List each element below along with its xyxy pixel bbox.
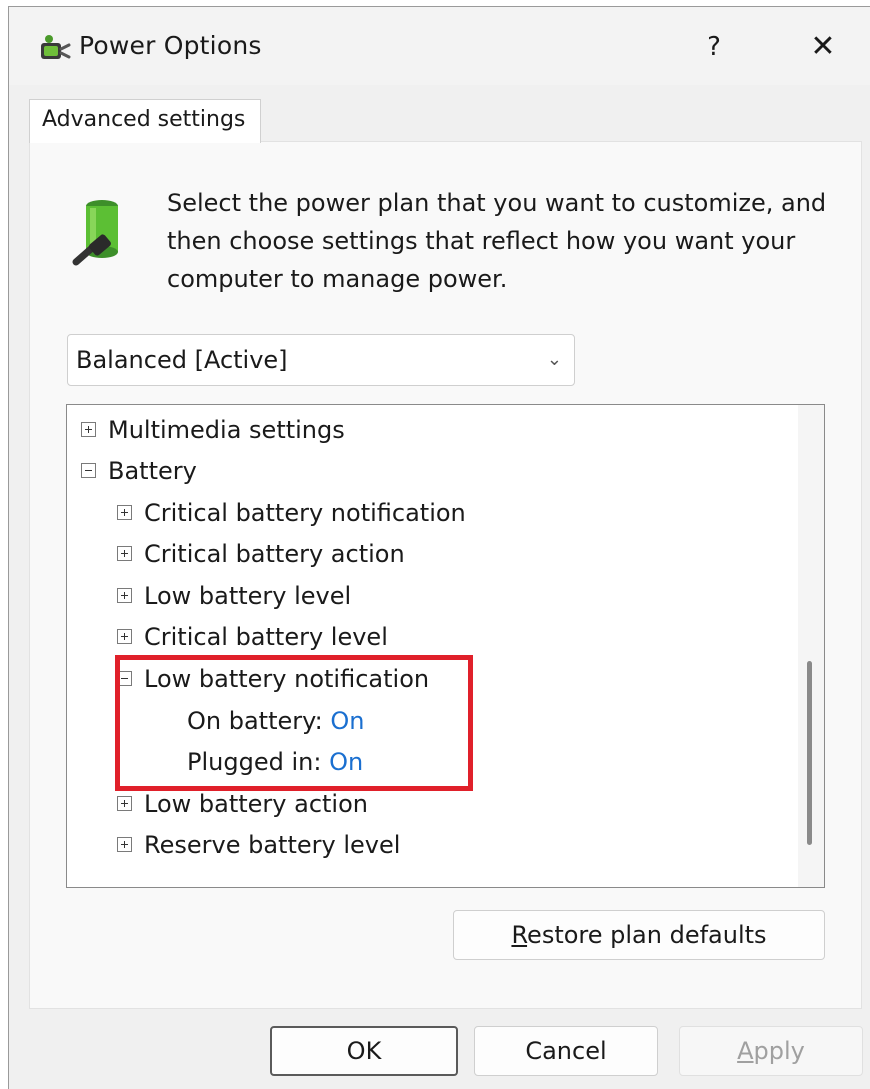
intro-description: Select the power plan that you want to c… (167, 189, 827, 293)
apply-button[interactable]: Apply (679, 1026, 863, 1076)
apply-label-rest: pply (753, 1037, 805, 1065)
tree-item-label: Critical battery action (144, 540, 405, 568)
tree-item-multimedia-settings[interactable]: Multimedia settings (81, 410, 345, 450)
ok-button[interactable]: OK (270, 1026, 458, 1076)
window-title: Power Options (79, 31, 262, 60)
tree-item-reserve-battery-level[interactable]: Reserve battery level (117, 825, 400, 865)
expand-plus-icon[interactable] (117, 587, 132, 603)
apply-access-key: A (737, 1037, 754, 1065)
settings-tree[interactable]: Multimedia settings Battery Critical bat… (66, 404, 825, 888)
tree-item-label: Low battery action (144, 790, 368, 818)
expand-plus-icon[interactable] (117, 504, 132, 520)
highlight-annotation-box (115, 655, 473, 791)
tree-item-critical-battery-action[interactable]: Critical battery action (117, 534, 405, 574)
vertical-scrollbar[interactable] (798, 405, 824, 887)
title-bar[interactable]: Power Options ? ✕ (9, 7, 870, 85)
close-button[interactable]: ✕ (801, 27, 845, 67)
advanced-settings-panel: Select the power plan that you want to c… (29, 141, 862, 1009)
collapse-minus-icon[interactable] (81, 462, 96, 478)
power-options-icon (41, 35, 71, 59)
restore-access-key: R (511, 921, 528, 949)
tree-item-low-battery-level[interactable]: Low battery level (117, 576, 351, 616)
chevron-down-icon: ⌄ (546, 349, 562, 370)
restore-label-rest: estore plan defaults (527, 921, 767, 949)
expand-plus-icon[interactable] (117, 628, 132, 644)
battery-plug-icon (72, 200, 118, 266)
tree-item-battery[interactable]: Battery (81, 451, 197, 491)
expand-plus-icon[interactable] (117, 545, 132, 561)
tree-item-label: Multimedia settings (108, 416, 345, 444)
tree-item-label: Reserve battery level (144, 831, 401, 859)
tree-item-label: Critical battery notification (144, 499, 466, 527)
tree-item-label: Battery (108, 457, 197, 485)
power-plan-dropdown[interactable]: Balanced [Active] ⌄ (67, 334, 575, 386)
tab-advanced-settings[interactable]: Advanced settings (29, 99, 261, 143)
tree-item-critical-battery-notification[interactable]: Critical battery notification (117, 493, 466, 533)
power-plan-value: Balanced [Active] (76, 346, 288, 374)
help-button[interactable]: ? (692, 27, 736, 67)
expand-plus-icon[interactable] (117, 795, 132, 811)
expand-plus-icon[interactable] (81, 421, 96, 437)
cancel-button[interactable]: Cancel (474, 1026, 658, 1076)
tree-item-label: Critical battery level (144, 623, 388, 651)
tree-item-critical-battery-level[interactable]: Critical battery level (117, 617, 388, 657)
expand-plus-icon[interactable] (117, 836, 132, 852)
scrollbar-thumb[interactable] (807, 661, 812, 845)
tree-item-label: Low battery level (144, 582, 352, 610)
power-options-dialog: Power Options ? ✕ Advanced settings Sele… (8, 6, 870, 1089)
restore-plan-defaults-button[interactable]: Restore plan defaults (453, 910, 825, 960)
